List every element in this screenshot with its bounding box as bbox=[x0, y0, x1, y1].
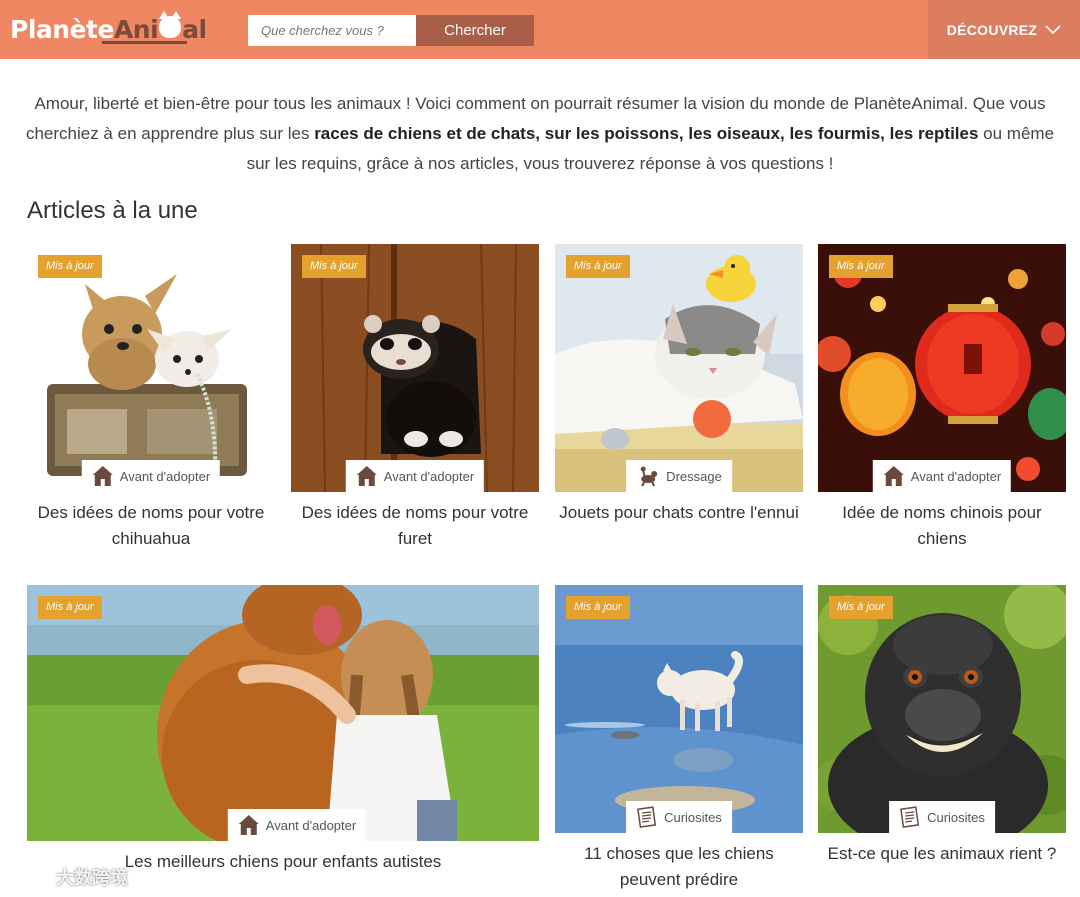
house-icon bbox=[238, 815, 259, 835]
article-category[interactable]: Avant d'adopter bbox=[227, 809, 367, 841]
article-image-dog-beach[interactable]: Mis à jour Curiosites bbox=[555, 585, 803, 833]
updated-badge: Mis à jour bbox=[566, 596, 630, 619]
article-category-label: Avant d'adopter bbox=[910, 468, 1002, 484]
updated-badge: Mis à jour bbox=[38, 255, 102, 278]
updated-badge: Mis à jour bbox=[829, 255, 893, 278]
intro-paragraph: Amour, liberté et bien-être pour tous le… bbox=[20, 89, 1060, 179]
discover-menu-button[interactable]: DÉCOUVREZ bbox=[928, 0, 1080, 59]
intro-text-bold: races de chiens et de chats, sur les poi… bbox=[314, 124, 979, 143]
house-icon bbox=[883, 466, 904, 486]
house-icon bbox=[92, 466, 113, 486]
article-category[interactable]: Avant d'adopter bbox=[345, 460, 485, 492]
logo-text-ani: Ani bbox=[113, 14, 159, 44]
updated-badge: Mis à jour bbox=[302, 255, 366, 278]
article-category[interactable]: Avant d'adopter bbox=[872, 460, 1012, 492]
article-title[interactable]: 11 choses que les chiens peuvent prédire bbox=[555, 841, 803, 893]
updated-badge: Mis à jour bbox=[566, 255, 630, 278]
article-title[interactable]: Des idées de noms pour votre chihuahua bbox=[27, 500, 275, 552]
updated-badge: Mis à jour bbox=[829, 596, 893, 619]
article-image-cat-duck[interactable]: Mis à jour Dressage bbox=[555, 244, 803, 492]
watermark: 大数跨境 bbox=[10, 864, 128, 890]
site-logo[interactable]: Planète Ani al bbox=[10, 11, 207, 47]
house-icon bbox=[356, 466, 377, 486]
watermark-logo-icon bbox=[10, 869, 47, 885]
article-category[interactable]: Curiosites bbox=[626, 801, 732, 833]
search-button[interactable]: Chercher bbox=[416, 15, 534, 46]
discover-label: DÉCOUVREZ bbox=[946, 21, 1038, 38]
article-image-ferret[interactable]: Mis à jour Avant d'adopter bbox=[291, 244, 539, 492]
watermark-text: 大数跨境 bbox=[56, 868, 128, 888]
cat-logo-icon bbox=[159, 11, 182, 38]
newspaper-icon bbox=[900, 806, 920, 828]
search-input[interactable] bbox=[248, 15, 416, 46]
logo-underline bbox=[102, 41, 187, 44]
article-category[interactable]: Avant d'adopter bbox=[81, 460, 221, 492]
article-title[interactable]: Idée de noms chinois pour chiens bbox=[818, 500, 1066, 552]
article-title[interactable]: Est-ce que les animaux rient ? bbox=[818, 841, 1066, 867]
article-image-lanterns[interactable]: Mis à jour Avant d'adopter bbox=[818, 244, 1066, 492]
chevron-down-icon bbox=[1045, 24, 1061, 34]
article-category-label: Curiosites bbox=[927, 809, 985, 825]
article-category-label: Avant d'adopter bbox=[119, 468, 211, 484]
article-title[interactable]: Jouets pour chats contre l'ennui bbox=[555, 500, 803, 526]
article-title[interactable]: Des idées de noms pour votre furet bbox=[291, 500, 539, 552]
updated-badge: Mis à jour bbox=[38, 596, 102, 619]
article-category-label: Avant d'adopter bbox=[265, 817, 357, 833]
newspaper-icon bbox=[637, 806, 657, 828]
article-category-label: Avant d'adopter bbox=[383, 468, 475, 484]
logo-text-planete: Planète bbox=[10, 14, 114, 44]
article-image-girl-dog[interactable]: Mis à jour Avant d'adopter bbox=[27, 585, 539, 841]
article-category[interactable]: Dressage bbox=[626, 460, 732, 492]
dog-training-icon bbox=[640, 466, 658, 487]
section-title: Articles à la une bbox=[27, 197, 198, 224]
article-category-label: Curiosites bbox=[664, 809, 722, 825]
site-header: PlanèteAnial Chercher DÉCOUVREZ bbox=[0, 0, 1080, 59]
article-image-monkey[interactable]: Mis à jour Curiosites bbox=[818, 585, 1066, 833]
article-category[interactable]: Curiosites bbox=[889, 801, 995, 833]
logo-text-al: al bbox=[182, 14, 207, 44]
article-category-label: Dressage bbox=[666, 468, 722, 484]
article-image-chihuahuas[interactable]: Mis à jour Avant d'adopter bbox=[27, 244, 275, 492]
